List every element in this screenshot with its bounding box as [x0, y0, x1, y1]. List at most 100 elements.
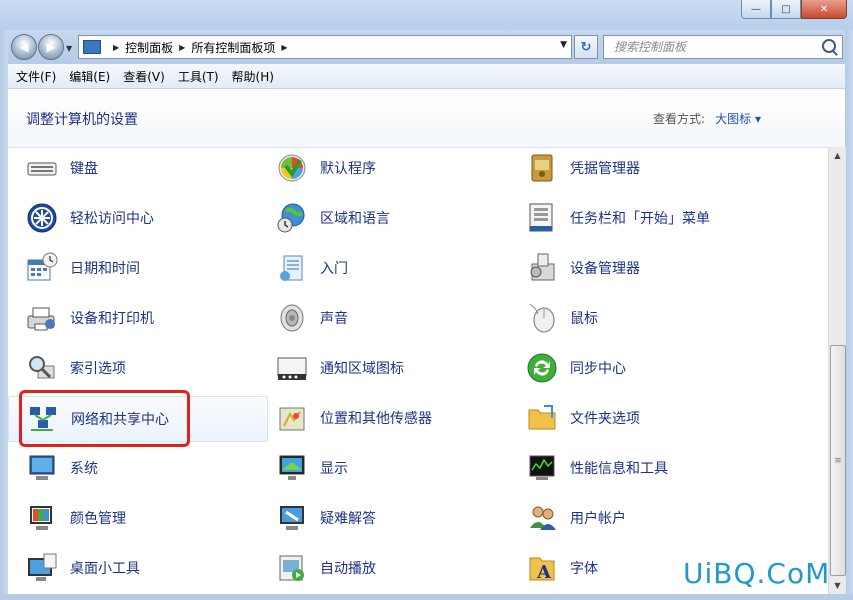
- control-panel-item[interactable]: 通知区域图标: [258, 346, 503, 390]
- menu-bar: 文件(F) 编辑(E) 查看(V) 工具(T) 帮助(H): [8, 64, 845, 89]
- mouse-icon: [526, 302, 558, 334]
- control-panel-item-label: 凭据管理器: [570, 161, 640, 177]
- maximize-button[interactable]: □: [771, 0, 801, 19]
- control-panel-item-label: 显示: [320, 461, 348, 477]
- control-panel-item-label: 区域和语言: [320, 211, 390, 227]
- window-controls: — □ ✕: [741, 0, 847, 19]
- breadcrumb-item-all-items[interactable]: 所有控制面板项: [191, 39, 275, 56]
- refresh-icon: ↻: [580, 39, 592, 55]
- desktop-gadgets-icon: [26, 552, 58, 584]
- menu-tools[interactable]: 工具(T): [173, 68, 224, 85]
- control-panel-items: 键盘 默认程序 凭据管理器 轻松访问中心 区域和语言 任务栏和「开始」菜单 日期和时间 入门设…: [8, 147, 828, 594]
- control-panel-item[interactable]: 默认程序: [258, 146, 503, 190]
- chevron-right-icon: ▶: [281, 42, 288, 52]
- user-accounts-icon: [526, 502, 558, 534]
- control-panel-item-label: 颜色管理: [70, 511, 126, 527]
- menu-view[interactable]: 查看(V): [118, 68, 170, 85]
- breadcrumb-item-control-panel[interactable]: 控制面板: [125, 39, 173, 56]
- control-panel-item[interactable]: 设备和打印机: [8, 296, 266, 340]
- scroll-thumb[interactable]: ≡: [830, 345, 846, 576]
- control-panel-item-label: 用户帐户: [570, 511, 626, 527]
- menu-edit[interactable]: 编辑(E): [64, 68, 115, 85]
- control-panel-item[interactable]: 同步中心: [508, 346, 753, 390]
- menu-help[interactable]: 帮助(H): [227, 68, 279, 85]
- search-icon[interactable]: [822, 39, 836, 53]
- control-panel-item-label: 性能信息和工具: [570, 461, 668, 477]
- control-panel-item[interactable]: 声音: [258, 296, 503, 340]
- control-panel-item[interactable]: 索引选项: [8, 346, 266, 390]
- address-bar: ◀ ▶ ▼ ▶ 控制面板 ▶ 所有控制面板项 ▶ ▼ ↻: [0, 30, 853, 64]
- control-panel-item-label: 鼠标: [570, 311, 598, 327]
- control-panel-item-label: 键盘: [70, 161, 98, 177]
- control-panel-item-label: 任务栏和「开始」菜单: [570, 211, 710, 227]
- fonts-icon: A: [526, 552, 558, 584]
- chevron-right-icon: ▶: [113, 42, 120, 52]
- control-panel-item[interactable]: 日期和时间: [8, 246, 266, 290]
- display-icon: [276, 452, 308, 484]
- highlight-annotation: [19, 390, 190, 447]
- back-button[interactable]: ◀: [11, 34, 37, 60]
- watermark: UiBQ.CoM: [683, 557, 831, 590]
- control-panel-item[interactable]: 文件夹选项: [508, 396, 753, 440]
- control-panel-item[interactable]: 桌面小工具: [8, 546, 266, 590]
- search-input[interactable]: [612, 39, 816, 55]
- scroll-down-button[interactable]: ▼: [829, 577, 846, 594]
- breadcrumb[interactable]: ▶ 控制面板 ▶ 所有控制面板项 ▶ ▼: [78, 35, 572, 59]
- control-panel-item[interactable]: 颜色管理: [8, 496, 266, 540]
- window-border-left: [0, 30, 8, 600]
- taskbar-icon: [526, 202, 558, 234]
- arrow-right-icon: ▶: [46, 40, 56, 54]
- control-panel-item-label: 自动播放: [320, 561, 376, 577]
- control-panel-item[interactable]: 系统: [8, 446, 266, 490]
- forward-button[interactable]: ▶: [38, 34, 64, 60]
- control-panel-item-label: 字体: [570, 561, 598, 577]
- close-button[interactable]: ✕: [801, 0, 847, 19]
- control-panel-item-label: 索引选项: [70, 361, 126, 377]
- date-time-icon: [26, 252, 58, 284]
- devices-printers-icon: [26, 302, 58, 334]
- page-title: 调整计算机的设置: [26, 112, 138, 128]
- control-panel-item[interactable]: 自动播放: [258, 546, 503, 590]
- history-dropdown[interactable]: ▼: [66, 44, 72, 53]
- indexing-icon: [26, 352, 58, 384]
- control-panel-item-label: 设备和打印机: [70, 311, 154, 327]
- refresh-button[interactable]: ↻: [574, 35, 598, 59]
- control-panel-item-label: 轻松访问中心: [70, 211, 154, 227]
- control-panel-item[interactable]: 区域和语言: [258, 196, 503, 240]
- control-panel-item[interactable]: 凭据管理器: [508, 146, 753, 190]
- control-panel-item[interactable]: 鼠标: [508, 296, 753, 340]
- view-by-dropdown[interactable]: 大图标 ▾: [715, 110, 761, 127]
- control-panel-item[interactable]: 键盘: [8, 146, 266, 190]
- keyboard-icon: [26, 152, 58, 184]
- control-panel-item-label: 桌面小工具: [70, 561, 140, 577]
- window-border-bottom: [0, 594, 853, 600]
- control-panel-item-label: 同步中心: [570, 361, 626, 377]
- color-management-icon: [26, 502, 58, 534]
- scroll-up-button[interactable]: ▲: [829, 147, 846, 164]
- control-panel-item[interactable]: 设备管理器: [508, 246, 753, 290]
- control-panel-item-label: 入门: [320, 261, 348, 277]
- control-panel-item-label: 系统: [70, 461, 98, 477]
- performance-icon: [526, 452, 558, 484]
- control-panel-item[interactable]: 位置和其他传感器: [258, 396, 503, 440]
- control-panel-item[interactable]: 性能信息和工具: [508, 446, 753, 490]
- control-panel-item[interactable]: 入门: [258, 246, 503, 290]
- control-panel-item[interactable]: 用户帐户: [508, 496, 753, 540]
- control-panel-item-label: 文件夹选项: [570, 411, 640, 427]
- credential-manager-icon: [526, 152, 558, 184]
- address-dropdown[interactable]: ▼: [560, 40, 567, 50]
- control-panel-item[interactable]: 轻松访问中心: [8, 196, 266, 240]
- control-panel-item-label: 默认程序: [320, 161, 376, 177]
- control-panel-item-label: 位置和其他传感器: [320, 411, 432, 427]
- menu-file[interactable]: 文件(F): [11, 68, 61, 85]
- minimize-button[interactable]: —: [741, 0, 771, 19]
- control-panel-item[interactable]: 任务栏和「开始」菜单: [508, 196, 753, 240]
- vertical-scrollbar[interactable]: ▲ ≡ ▼: [828, 147, 846, 594]
- sound-icon: [276, 302, 308, 334]
- troubleshooting-icon: [276, 502, 308, 534]
- svg-text:A: A: [536, 562, 552, 583]
- title-bar: — □ ✕: [0, 0, 853, 30]
- main-content: 调整计算机的设置 查看方式: 大图标 ▾ 键盘 默认程序 凭据管理器 轻松访问中心 区域…: [8, 89, 846, 594]
- control-panel-item[interactable]: 疑难解答: [258, 496, 503, 540]
- control-panel-item[interactable]: 显示: [258, 446, 503, 490]
